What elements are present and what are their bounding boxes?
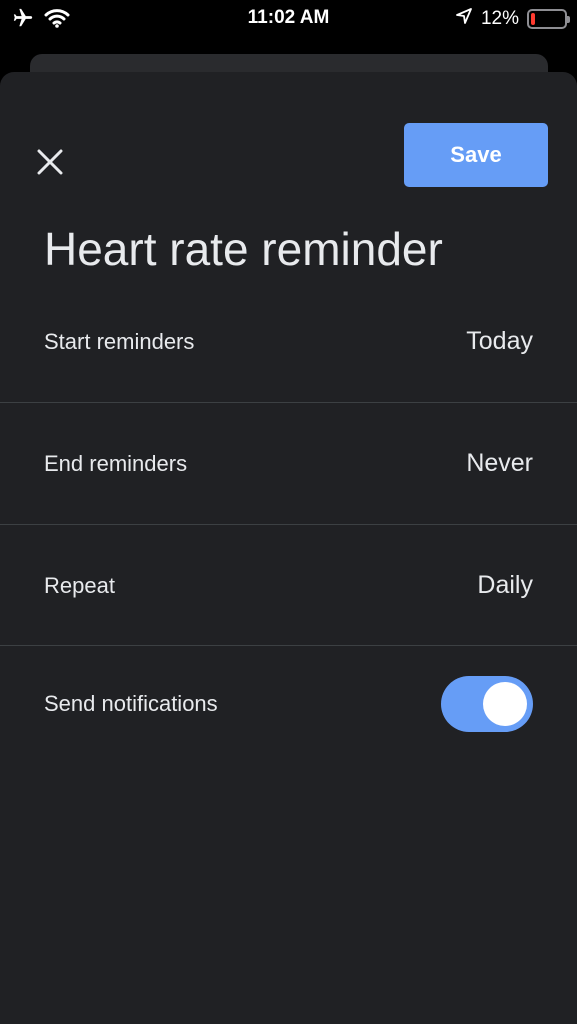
row-label: Send notifications	[44, 690, 218, 716]
end-reminders-row[interactable]: End reminders Never	[0, 403, 577, 524]
battery-icon	[527, 9, 570, 29]
page-title: Heart rate reminder	[44, 223, 443, 275]
battery-level	[531, 13, 535, 25]
save-button[interactable]: Save	[404, 123, 548, 187]
location-arrow-icon	[455, 7, 473, 31]
toggle-knob	[483, 681, 527, 726]
row-label: Start reminders	[44, 328, 195, 354]
reminder-sheet: Save Heart rate reminder Start reminders…	[0, 72, 577, 1024]
send-notifications-row: Send notifications	[0, 643, 577, 764]
row-value: Daily	[477, 571, 533, 599]
repeat-row[interactable]: Repeat Daily	[0, 525, 577, 646]
close-icon	[37, 149, 63, 175]
screen: 11:02 AM 12% Save Heart rate reminder St…	[0, 0, 577, 1024]
battery-percent: 12%	[480, 8, 519, 29]
notifications-toggle[interactable]	[441, 675, 533, 732]
start-reminders-row[interactable]: Start reminders Today	[0, 281, 577, 402]
status-right: 12%	[455, 7, 570, 31]
status-bar: 11:02 AM 12%	[0, 0, 577, 38]
close-button[interactable]	[30, 142, 70, 182]
row-value: Today	[466, 327, 533, 355]
row-value: Never	[466, 449, 533, 477]
row-label: Repeat	[44, 572, 115, 598]
row-label: End reminders	[44, 450, 188, 476]
